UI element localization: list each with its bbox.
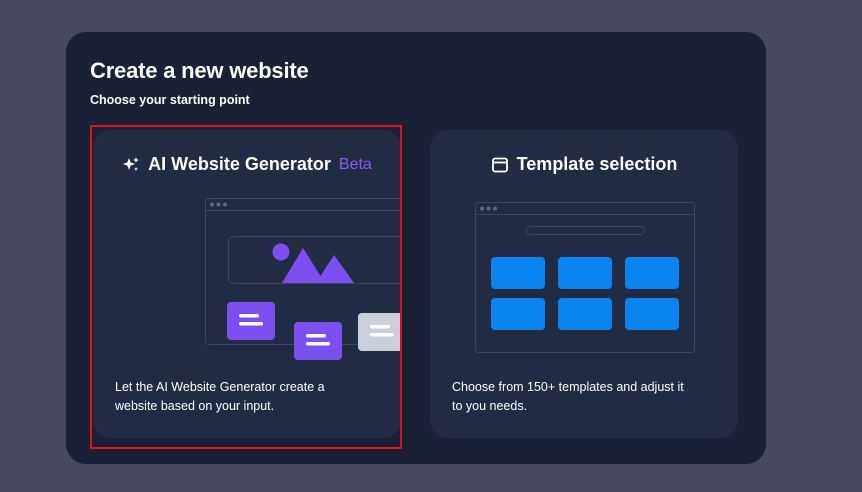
dialog-subtitle: Choose your starting point [90, 93, 250, 107]
create-website-dialog: Create a new website Choose your startin… [66, 32, 766, 464]
ai-card-description: Let the AI Website Generator create a we… [115, 380, 325, 413]
ai-website-generator-card[interactable]: AI Website Generator Beta Let the AI Web… [93, 130, 401, 438]
dialog-title: Create a new website [90, 58, 309, 83]
template-card-description: Choose from 150+ templates and adjust it… [452, 380, 684, 413]
template-selection-card[interactable]: Template selection Choose from 150+ temp… [430, 130, 738, 438]
